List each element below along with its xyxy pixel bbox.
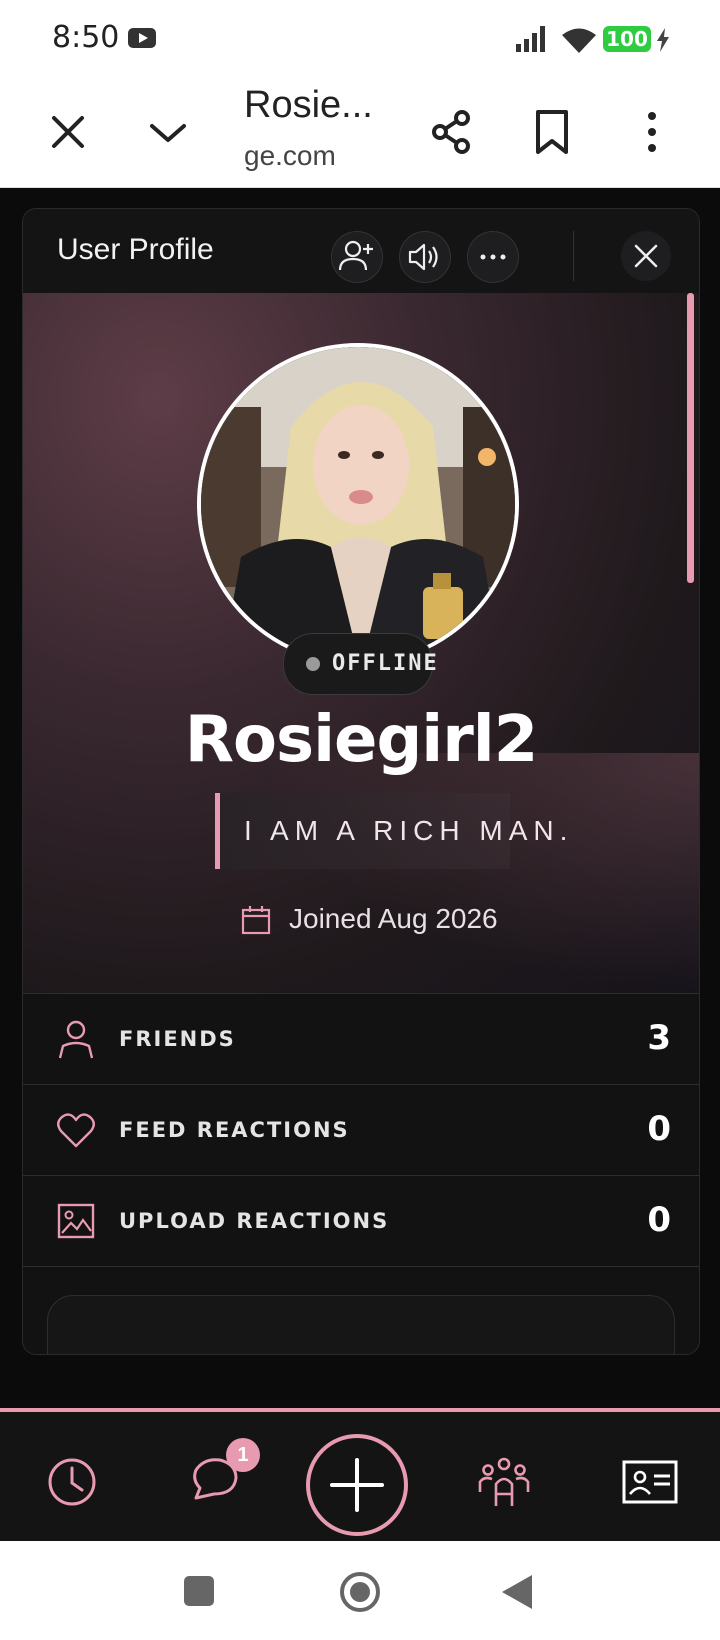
nav-community[interactable]: [472, 1450, 536, 1514]
wifi-icon: [562, 28, 596, 53]
bio-quote: I AM A RICH MAN.: [215, 793, 567, 869]
username: Rosiegirl2: [184, 703, 538, 777]
messages-badge: 1: [226, 1438, 260, 1472]
youtube-notification-icon: [128, 28, 156, 48]
recents-button[interactable]: [183, 1575, 215, 1607]
add-friend-button[interactable]: [331, 231, 383, 283]
square-icon: [184, 1576, 214, 1606]
image-icon: [57, 1203, 95, 1239]
speaker-icon: [408, 243, 438, 271]
avatar-photo: [201, 347, 515, 661]
person-icon: [58, 1020, 94, 1059]
page-title[interactable]: Rosie...: [244, 84, 373, 127]
plus-icon: [330, 1458, 384, 1512]
bottom-nav: 1: [0, 1408, 720, 1545]
stat-label: UPLOAD REACTIONS: [119, 1209, 390, 1233]
header-divider: [573, 231, 574, 281]
home-button[interactable]: [339, 1571, 381, 1613]
minimize-button[interactable]: [138, 102, 198, 162]
offline-dot-icon: [306, 657, 320, 671]
battery-indicator: 100: [603, 26, 651, 52]
more-horiz-icon: [480, 254, 506, 260]
share-icon: [432, 110, 470, 154]
close-icon: [52, 116, 84, 148]
close-tab-button[interactable]: [38, 102, 98, 162]
clock-icon: [48, 1458, 96, 1506]
share-button[interactable]: [422, 102, 482, 162]
joined-text: Joined Aug 2026: [289, 903, 498, 934]
close-icon: [634, 244, 658, 268]
bookmark-button[interactable]: [522, 102, 582, 162]
chevron-down-icon: [150, 124, 186, 142]
back-triangle-icon: [502, 1575, 532, 1609]
browser-toolbar: Rosie... ge.com: [0, 80, 720, 188]
stats-divider: [23, 1266, 699, 1268]
stat-value: 3: [647, 1018, 671, 1058]
charging-icon: [657, 28, 669, 52]
page-url[interactable]: ge.com: [244, 140, 336, 172]
calendar-icon: [241, 906, 271, 935]
stat-value: 0: [647, 1109, 671, 1149]
more-options-button[interactable]: [622, 102, 682, 162]
status-badge: OFFLINE: [283, 633, 437, 695]
back-button[interactable]: [500, 1573, 534, 1611]
stat-row-feed-reactions[interactable]: FEED REACTIONS 0: [23, 1084, 699, 1175]
signal-icon: [516, 26, 545, 52]
app-content: User Profile OFFLINE Rosiegirl2 I AM A R…: [0, 188, 720, 1541]
status-time: 8:50: [52, 20, 120, 55]
stat-label: FRIENDS: [119, 1027, 236, 1051]
group-icon: [478, 1457, 530, 1506]
bookmark-icon: [536, 110, 568, 154]
heart-icon: [57, 1113, 95, 1148]
profile-hero: OFFLINE Rosiegirl2 I AM A RICH MAN. Join…: [23, 293, 699, 993]
stat-value: 0: [647, 1200, 671, 1240]
more-button[interactable]: [467, 231, 519, 283]
hero-shade: [263, 753, 699, 993]
status-bar: 8:50 100: [0, 0, 720, 80]
modal-header: User Profile: [23, 209, 699, 293]
nav-profile-card[interactable]: [618, 1450, 682, 1514]
id-card-icon: [622, 1460, 678, 1504]
stat-row-upload-reactions[interactable]: UPLOAD REACTIONS 0: [23, 1175, 699, 1266]
content-card: [47, 1295, 675, 1354]
create-post-button[interactable]: [306, 1434, 408, 1536]
stat-row-friends[interactable]: FRIENDS 3: [23, 993, 699, 1084]
modal-title: User Profile: [57, 233, 214, 266]
status-text: OFFLINE: [332, 651, 439, 676]
user-profile-modal: User Profile OFFLINE Rosiegirl2 I AM A R…: [22, 208, 700, 1355]
close-modal-button[interactable]: [621, 231, 671, 281]
avatar[interactable]: [197, 343, 519, 665]
more-vert-icon: [648, 112, 656, 152]
scrollbar-thumb[interactable]: [687, 293, 694, 583]
bio-text: I AM A RICH MAN.: [244, 815, 574, 846]
add-user-icon: [338, 240, 373, 271]
system-navigation: [0, 1541, 720, 1640]
sound-button[interactable]: [399, 231, 451, 283]
home-circle-icon: [340, 1572, 380, 1612]
nav-history[interactable]: [40, 1450, 104, 1514]
stat-label: FEED REACTIONS: [119, 1118, 350, 1142]
